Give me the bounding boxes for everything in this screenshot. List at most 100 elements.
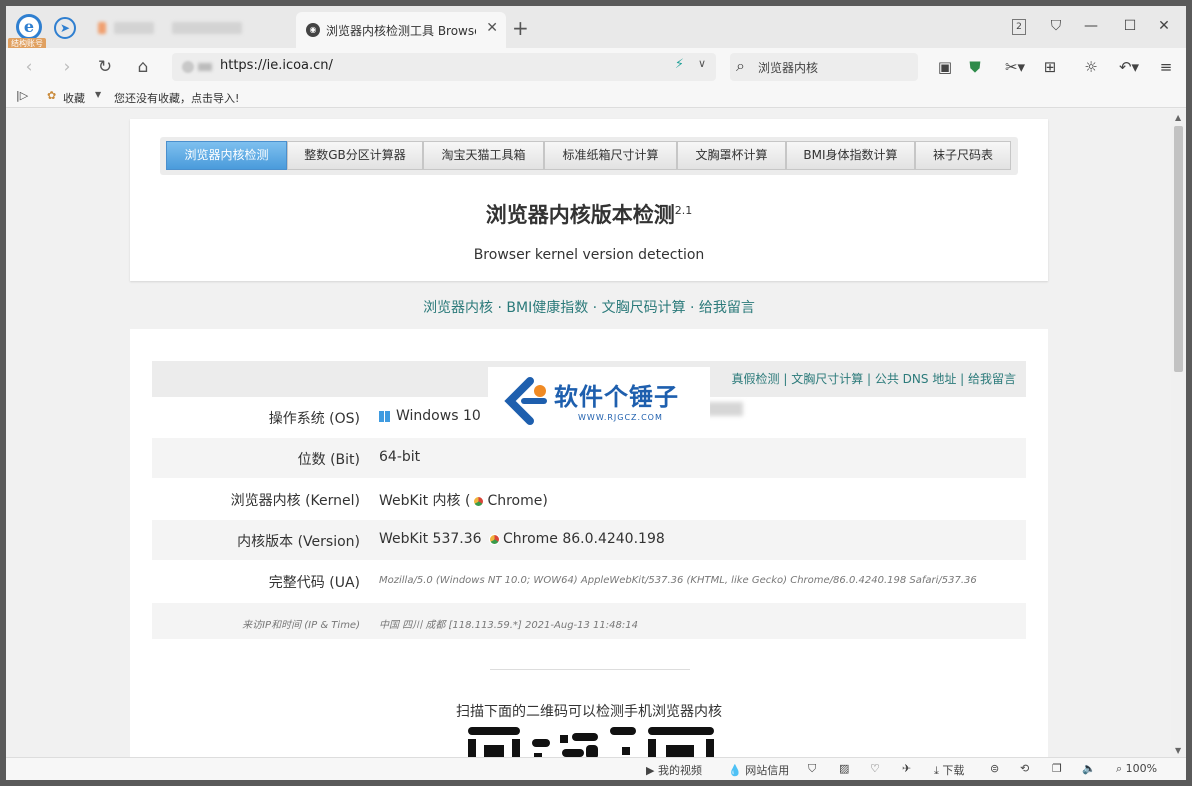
chrome-icon xyxy=(473,495,485,507)
heart-icon[interactable]: ♡ xyxy=(870,762,880,775)
address-bar[interactable]: https://ie.icoa.cn/ ⚡ ∨ xyxy=(172,53,716,81)
apps-grid-icon[interactable]: ⊞ xyxy=(1039,58,1061,76)
nav-tab-taobao[interactable]: 淘宝天猫工具箱 xyxy=(423,141,544,170)
page-viewport: 浏览器内核检测 整数GB分区计算器 淘宝天猫工具箱 标准纸箱尺寸计算 文胸罩杯计… xyxy=(6,109,1171,757)
close-window-button[interactable]: ✕ xyxy=(1154,18,1174,34)
address-favicon-icon xyxy=(182,61,194,73)
tab-count-icon[interactable]: 2 xyxy=(1012,19,1026,35)
speed-mode-icon[interactable]: ⚡ xyxy=(675,57,684,72)
divider xyxy=(490,669,690,670)
nav-tab-kernel[interactable]: 浏览器内核检测 xyxy=(166,141,287,170)
bookmark-empty-text[interactable]: 您还没有收藏，点击导入! xyxy=(114,90,239,106)
watermark-overlay: 软件个锤子 WWW.RJGCZ.COM xyxy=(488,367,710,435)
watermark-title: 软件个锤子 xyxy=(554,383,679,411)
row-label: 内核版本 (Version) xyxy=(237,534,360,550)
new-tab-button[interactable]: + xyxy=(512,16,529,40)
shield-icon[interactable]: ⛊ xyxy=(964,58,986,76)
scroll-up-icon[interactable]: ▲ xyxy=(1175,113,1181,122)
send-icon[interactable]: ➤ xyxy=(54,17,76,39)
page-subtitle: Browser kernel version detection xyxy=(473,247,705,263)
url-dropdown-icon[interactable]: ∨ xyxy=(698,57,706,70)
reload-button[interactable]: ↻ xyxy=(94,57,116,77)
tab-active[interactable]: ◉ 浏览器内核检测工具 Browser I ✕ xyxy=(296,12,506,48)
video-button[interactable]: ▶ 我的视频 xyxy=(646,762,702,778)
row-value: Mozilla/5.0 (Windows NT 10.0; WOW64) App… xyxy=(379,575,977,586)
bookmark-bar: |▷ ✿ 收藏 ▼ 您还没有收藏，点击导入! xyxy=(6,86,1186,108)
search-input[interactable]: 浏览器内核 xyxy=(758,59,818,76)
nav-tab-socks[interactable]: 袜子尺码表 xyxy=(915,141,1011,170)
tab-title: 浏览器内核检测工具 Browser I xyxy=(326,24,476,38)
back-button[interactable]: ‹ xyxy=(18,57,40,77)
site-nav: 浏览器内核检测 整数GB分区计算器 淘宝天猫工具箱 标准纸箱尺寸计算 文胸罩杯计… xyxy=(160,137,1018,175)
row-ip-time: 来访IP和时间 (IP & Time) 中国 四川 成都 [118.113.59… xyxy=(152,603,1026,639)
brightness-icon[interactable]: ☼ xyxy=(1080,58,1102,76)
zoom-button[interactable]: ⌕ 100% xyxy=(1116,762,1157,776)
favorites-icon: ✿ xyxy=(47,89,57,102)
nav-tab-carton[interactable]: 标准纸箱尺寸计算 xyxy=(544,141,677,170)
toolbar: ‹ › ↻ ⌂ https://ie.icoa.cn/ ⚡ ∨ ⌕ 浏览器内核 … xyxy=(6,48,1186,86)
minimize-button[interactable]: — xyxy=(1081,18,1101,34)
row-label: 浏览器内核 (Kernel) xyxy=(230,493,360,509)
shield-status-icon[interactable]: ⛉ xyxy=(808,762,816,776)
game-icon[interactable]: ▣ xyxy=(934,58,956,76)
row-kernel: 浏览器内核 (Kernel) WebKit 内核 (Chrome) xyxy=(152,479,1026,519)
scroll-thumb[interactable] xyxy=(1174,126,1183,372)
nav-tab-bra[interactable]: 文胸罩杯计算 xyxy=(677,141,786,170)
forward-button[interactable]: › xyxy=(56,57,78,77)
page-title: 浏览器内核版本检测2.1 xyxy=(485,203,693,227)
version-superscript: 2.1 xyxy=(674,204,693,217)
volume-icon[interactable]: 🔈 xyxy=(1082,762,1096,775)
header-card: 浏览器内核检测 整数GB分区计算器 淘宝天猫工具箱 标准纸箱尺寸计算 文胸罩杯计… xyxy=(130,119,1048,281)
site-credit-button[interactable]: 💧 网站信用 xyxy=(728,762,789,778)
browser-logo-icon[interactable]: e xyxy=(16,14,42,40)
blurred-tab-favicon xyxy=(98,22,106,34)
watermark-url: WWW.RJGCZ.COM xyxy=(578,413,663,422)
hammer-logo-icon xyxy=(504,377,547,425)
undo-icon[interactable]: ↶▾ xyxy=(1114,58,1144,76)
favorites-label[interactable]: 收藏 xyxy=(63,90,85,106)
row-bit: 位数 (Bit) 64-bit xyxy=(152,438,1026,478)
blurred-tab-title[interactable] xyxy=(114,22,154,34)
search-box[interactable]: ⌕ 浏览器内核 xyxy=(730,53,918,81)
tab-bar: e 结构账号 ➤ ◉ 浏览器内核检测工具 Browser I ✕ + 2 ⛉ —… xyxy=(6,6,1186,50)
row-version: 内核版本 (Version) WebKit 537.36 Chrome 86.0… xyxy=(152,520,1026,560)
favorites-dropdown-icon[interactable]: ▼ xyxy=(95,90,101,99)
image-icon[interactable]: ▨ xyxy=(839,762,849,775)
row-value: Windows 10 xyxy=(379,408,481,424)
row-value: WebKit 内核 (Chrome) xyxy=(379,493,548,509)
home-button[interactable]: ⌂ xyxy=(132,57,154,77)
chrome-icon xyxy=(488,533,500,545)
status-bar: ▶ 我的视频 💧 网站信用 ⛉ ▨ ♡ ✈ ⤓ 下载 ⊜ ⟲ ❐ 🔈 ⌕ 100… xyxy=(6,757,1186,780)
row-ua: 完整代码 (UA) Mozilla/5.0 (Windows NT 10.0; … xyxy=(152,561,1026,601)
cut-icon[interactable]: ✂▾ xyxy=(1000,58,1030,76)
row-label: 位数 (Bit) xyxy=(297,452,360,468)
nav-tab-gb-calc[interactable]: 整数GB分区计算器 xyxy=(287,141,423,170)
sync-icon[interactable]: ⟲ xyxy=(1020,762,1029,775)
card-header-links[interactable]: 真假检测 | 文胸尺寸计算 | 公共 DNS 地址 | 给我留言 xyxy=(732,370,1016,387)
row-label: 操作系统 (OS) xyxy=(268,411,360,427)
qr-caption: 扫描下面的二维码可以检测手机浏览器内核 xyxy=(456,704,722,720)
scroll-down-icon[interactable]: ▼ xyxy=(1175,746,1181,755)
quick-links[interactable]: 浏览器内核 · BMI健康指数 · 文胸尺码计算 · 给我留言 xyxy=(130,297,1048,317)
skin-icon[interactable]: ⛉ xyxy=(1046,18,1066,34)
window-icon[interactable]: ❐ xyxy=(1052,762,1062,775)
maximize-button[interactable]: ☐ xyxy=(1120,18,1140,34)
tab-close-icon[interactable]: ✕ xyxy=(486,20,498,36)
rocket-icon[interactable]: ✈ xyxy=(902,762,911,775)
vertical-scrollbar[interactable]: ▲ ▼ xyxy=(1171,109,1186,757)
row-value: 中国 四川 成都 [118.113.59.*] 2021-Aug-13 11:4… xyxy=(379,620,638,631)
download-button[interactable]: ⤓ 下载 xyxy=(934,762,964,778)
blurred-tab-title-2[interactable] xyxy=(172,22,242,34)
sidebar-toggle-icon[interactable]: |▷ xyxy=(16,89,28,102)
row-value: WebKit 537.36 Chrome 86.0.4240.198 xyxy=(379,531,665,547)
url-text[interactable]: https://ie.icoa.cn/ xyxy=(220,58,333,73)
car-icon[interactable]: ⊜ xyxy=(990,762,999,775)
address-security-icon xyxy=(198,63,212,71)
row-label: 来访IP和时间 (IP & Time) xyxy=(242,620,360,631)
qr-code xyxy=(468,727,714,757)
site-favicon-icon: ◉ xyxy=(306,23,320,37)
row-label: 完整代码 (UA) xyxy=(268,575,360,591)
nav-tab-bmi[interactable]: BMI身体指数计算 xyxy=(786,141,915,170)
menu-icon[interactable]: ≡ xyxy=(1155,58,1177,76)
search-icon: ⌕ xyxy=(736,56,745,75)
